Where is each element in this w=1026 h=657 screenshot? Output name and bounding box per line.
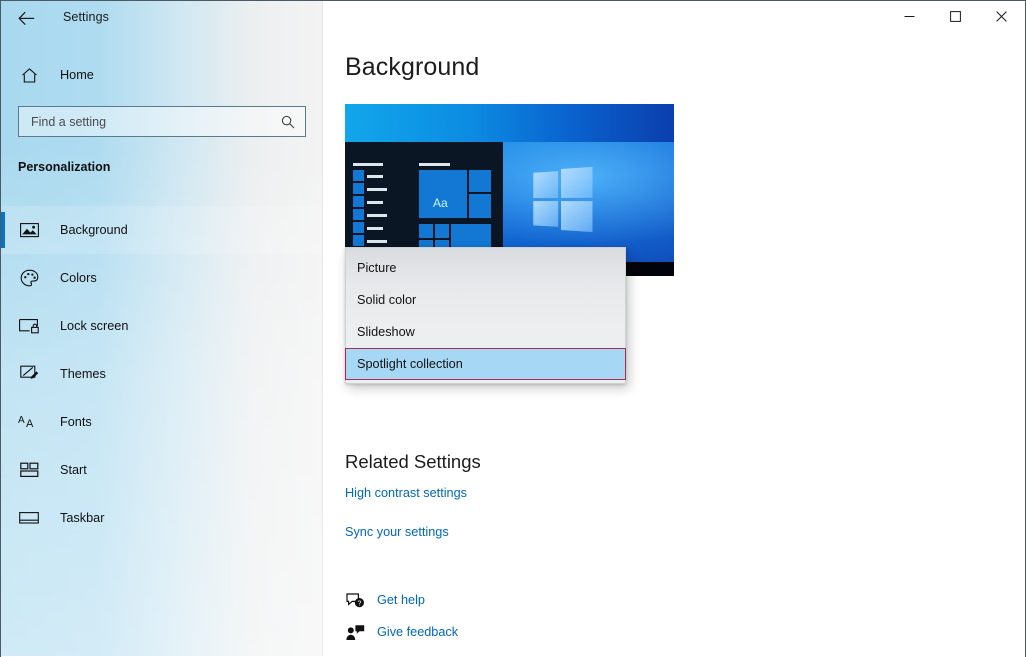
sidebar-item-lock-screen-label: Lock screen [60,319,129,333]
sidebar-item-home[interactable]: Home [1,53,323,97]
maximize-button[interactable] [932,1,978,32]
picture-icon [18,219,40,241]
sidebar-item-start-label: Start [60,463,87,477]
sidebar-item-fonts-label: Fonts [60,415,92,429]
sidebar-nav-list: Background Colors Lock screen Themes A A… [1,206,323,542]
search-box[interactable] [18,106,306,137]
sidebar-item-home-label: Home [60,68,94,82]
get-help-label: Get help [377,593,425,607]
link-sync-your-settings[interactable]: Sync your settings [345,525,449,539]
dropdown-option-spotlight-collection[interactable]: Spotlight collection [345,348,626,380]
dropdown-option-solid-color[interactable]: Solid color [346,284,625,316]
sidebar-item-themes-label: Themes [60,367,106,381]
sidebar-item-background[interactable]: Background [1,206,323,254]
sidebar-item-taskbar[interactable]: Taskbar [1,494,323,542]
brush-icon [18,363,40,385]
windows-logo-icon [533,166,593,233]
sidebar-item-lock-screen[interactable]: Lock screen [1,302,323,350]
taskbar-icon [18,507,40,529]
settings-window: Settings Home Find a setting Personaliza… [0,0,1026,657]
sidebar-item-colors[interactable]: Colors [1,254,323,302]
preview-top-strip [345,104,674,142]
dropdown-option-slideshow[interactable]: Slideshow [346,316,625,348]
sidebar-item-background-label: Background [60,223,128,237]
svg-text:A: A [18,415,25,426]
sidebar-section-title: Personalization [18,160,111,174]
link-high-contrast-settings[interactable]: High contrast settings [345,486,467,500]
start-icon [18,459,40,481]
page-title: Background [345,53,480,81]
fonts-icon: A A [18,411,40,433]
lock-screen-icon [18,315,40,337]
close-button[interactable] [978,1,1024,32]
help-bubble-icon: ? [345,590,365,610]
search-icon[interactable] [281,115,305,129]
dropdown-option-picture[interactable]: Picture [346,252,625,284]
get-help-link[interactable]: ? Get help [345,590,425,610]
back-arrow-icon[interactable] [11,5,41,31]
give-feedback-link[interactable]: Give feedback [345,622,458,642]
svg-text:?: ? [357,600,361,607]
palette-icon [18,267,40,289]
sidebar-item-themes[interactable]: Themes [1,350,323,398]
related-settings-title: Related Settings [345,451,481,472]
search-input[interactable] [19,114,281,129]
feedback-person-icon [345,622,365,642]
svg-text:A: A [26,418,34,430]
give-feedback-label: Give feedback [377,625,459,639]
sidebar-item-start[interactable]: Start [1,446,323,494]
sidebar-item-taskbar-label: Taskbar [60,511,105,525]
background-type-dropdown-list[interactable]: Picture Solid color Slideshow Spotlight … [345,247,626,384]
sidebar-item-colors-label: Colors [60,271,97,285]
sidebar: Home Personalization [1,1,323,656]
home-icon [18,64,40,86]
sidebar-item-fonts[interactable]: A A Fonts [1,398,323,446]
preview-sample-text: Aa [433,196,448,210]
minimize-button[interactable] [886,1,932,32]
